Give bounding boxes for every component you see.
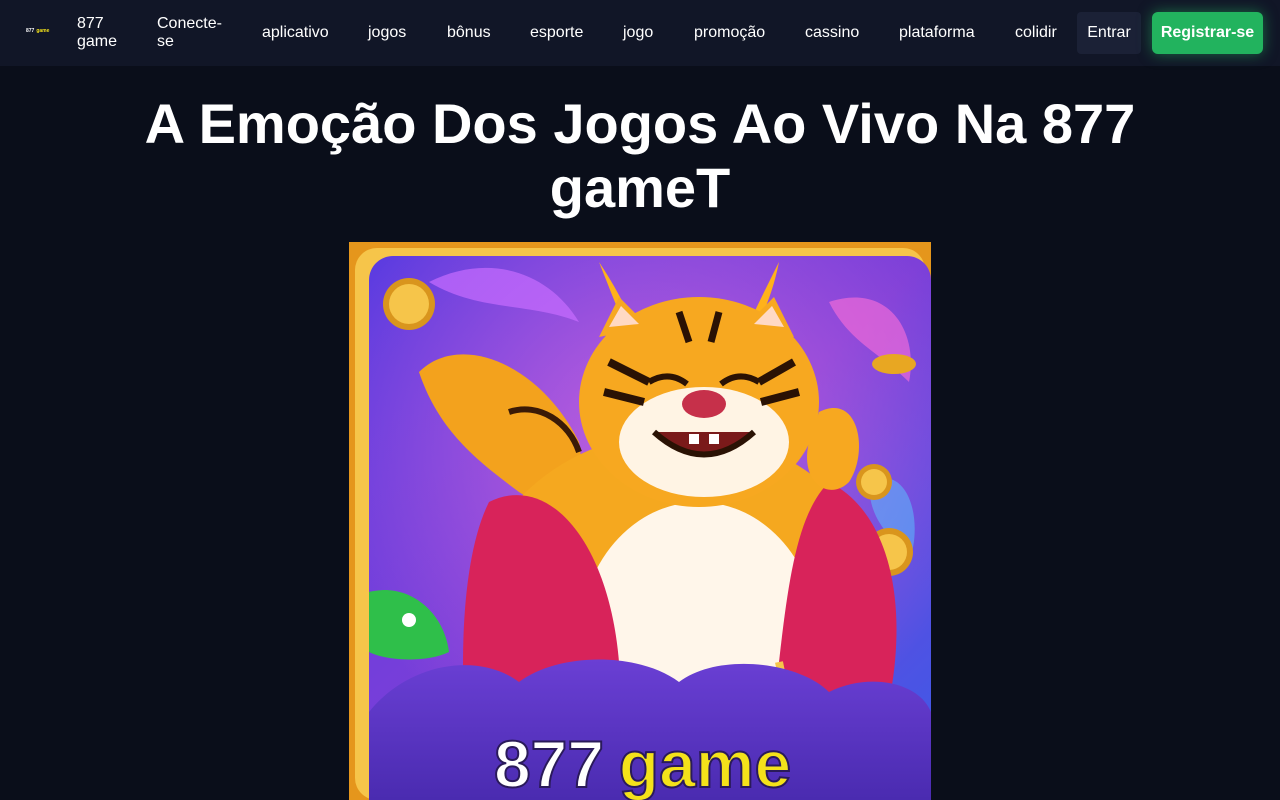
logo-text-primary: 877 [26, 27, 35, 34]
hero-caption-primary: 877 [494, 727, 604, 800]
nav-link-jogo[interactable]: jogo [623, 0, 653, 66]
nav-link-877-game[interactable]: 877 game [77, 0, 137, 66]
nav-link-conecte-se[interactable]: Conecte-se [157, 0, 237, 66]
nav-link-bonus[interactable]: bônus [447, 0, 491, 66]
register-button[interactable]: Registrar-se [1152, 12, 1263, 54]
login-button[interactable]: Entrar [1077, 12, 1141, 54]
nav-link-colidir[interactable]: colidir [1015, 0, 1057, 66]
hero-caption-secondary: game [619, 727, 791, 800]
nav-link-cassino[interactable]: cassino [805, 0, 859, 66]
site-logo[interactable]: 877 game [26, 26, 50, 36]
nav-link-plataforma[interactable]: plataforma [899, 0, 975, 66]
top-navigation-bar: 877 game 877 game Conecte-se aplicativo … [0, 0, 1280, 66]
tiger-mascot-icon: 877 game [349, 242, 931, 800]
hero-banner-image: 877 game [349, 242, 931, 800]
page-title: A Emoção Dos Jogos Ao Vivo Na 877 gameT [144, 92, 1136, 219]
nav-link-jogos[interactable]: jogos [368, 0, 406, 66]
nav-link-promocao[interactable]: promoção [694, 0, 765, 66]
logo-text-secondary: game [36, 27, 50, 34]
nav-link-aplicativo[interactable]: aplicativo [262, 0, 329, 66]
nav-link-esporte[interactable]: esporte [530, 0, 583, 66]
